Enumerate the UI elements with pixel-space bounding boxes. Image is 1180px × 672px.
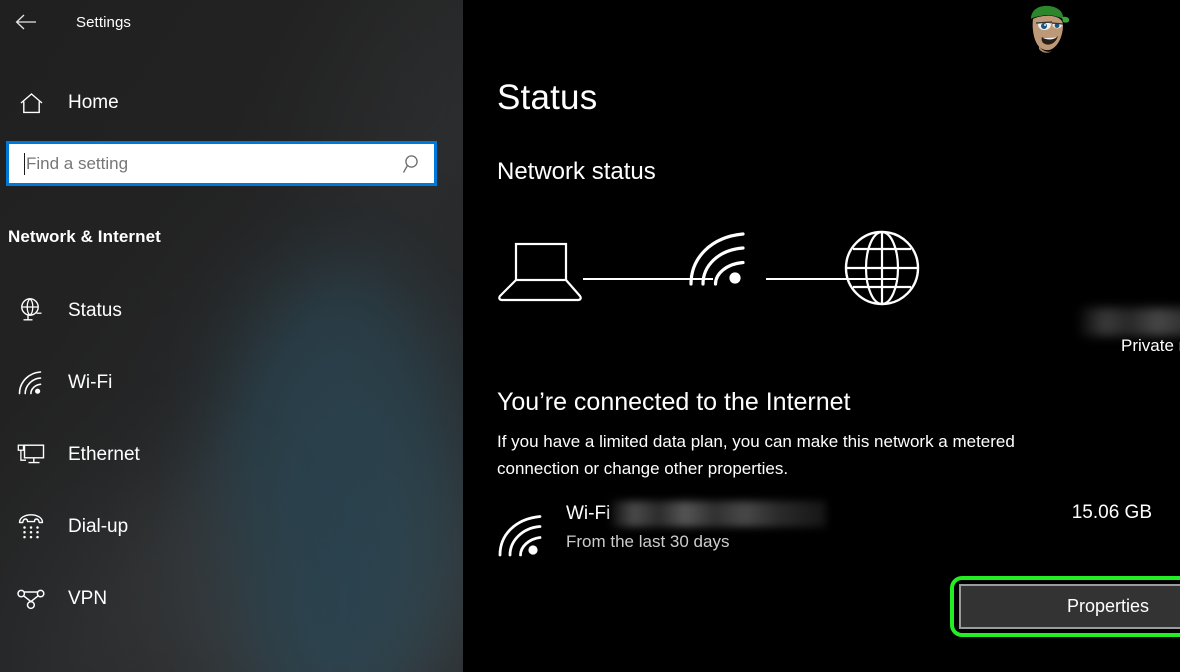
back-button[interactable]: [2, 6, 50, 38]
sidebar-nav-list: Status Wi-Fi Ethernet Dial-up VPN: [0, 275, 463, 635]
sidebar-item-wifi[interactable]: Wi-Fi: [0, 347, 463, 419]
laptop-icon: [497, 240, 583, 311]
appuals-mascot-logo: [1018, 2, 1076, 58]
sidebar-category-title: Network & Internet: [8, 227, 161, 246]
usage-adapter-label: Wi-Fi: [566, 503, 611, 524]
dialup-phone-icon: [8, 514, 54, 540]
search-box[interactable]: [6, 141, 437, 186]
vpn-knot-icon: [8, 588, 54, 610]
sidebar-item-label-dialup: Dial-up: [68, 516, 129, 537]
settings-window: Settings Home Find a setting Network & I…: [0, 0, 1180, 672]
home-icon: [8, 92, 54, 115]
search-icon[interactable]: [392, 144, 434, 183]
sidebar-item-label-ethernet: Ethernet: [68, 444, 140, 465]
network-status-globe-icon: [8, 297, 54, 325]
page-title: Status: [497, 78, 598, 117]
data-usage-row: Wi-Fi From the last 30 days 15.06 GB: [497, 500, 1152, 562]
main-content: Status Network status Private You’re con…: [463, 0, 1180, 672]
network-name-redacted: [1080, 308, 1180, 336]
sidebar-item-status[interactable]: Status: [0, 275, 463, 347]
back-arrow-icon: [15, 14, 37, 30]
properties-button[interactable]: Properties: [959, 584, 1180, 629]
wifi-signal-icon: [687, 232, 753, 293]
globe-icon: [842, 228, 922, 313]
sidebar-item-label-vpn: VPN: [68, 588, 108, 609]
connection-status-heading: You’re connected to the Internet: [497, 388, 851, 416]
sidebar: Settings Home Find a setting Network & I…: [0, 0, 463, 672]
sidebar-item-label-status: Status: [68, 300, 122, 321]
app-title: Settings: [76, 13, 131, 31]
sidebar-item-label-home: Home: [68, 92, 119, 113]
usage-network-name: Wi-Fi: [566, 500, 827, 528]
sidebar-item-ethernet[interactable]: Ethernet: [0, 419, 463, 491]
usage-amount: 15.06 GB: [1071, 502, 1152, 523]
ethernet-monitor-icon: [8, 443, 54, 467]
wifi-icon: [8, 370, 54, 396]
sidebar-item-vpn[interactable]: VPN: [0, 563, 463, 635]
sidebar-item-dialup[interactable]: Dial-up: [0, 491, 463, 563]
connection-status-description: If you have a limited data plan, you can…: [497, 432, 1015, 478]
search-input[interactable]: [25, 144, 392, 183]
network-type-label: Private network: [1121, 336, 1180, 355]
usage-ssid-redacted: [612, 501, 827, 527]
sidebar-item-label-wifi: Wi-Fi: [68, 372, 113, 393]
section-title: Network status: [497, 158, 656, 185]
wifi-icon: [497, 514, 547, 563]
usage-period-label: From the last 30 days: [566, 532, 730, 551]
network-diagram: [497, 228, 937, 328]
sidebar-item-home[interactable]: Home: [0, 80, 463, 126]
title-bar: Settings: [0, 0, 463, 44]
